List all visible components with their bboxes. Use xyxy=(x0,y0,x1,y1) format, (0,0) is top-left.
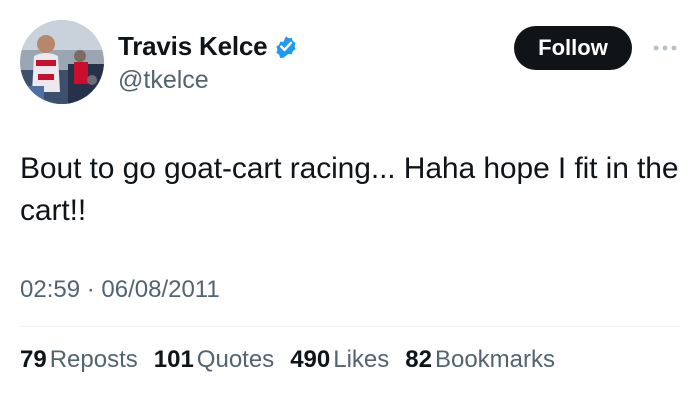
tweet-header: Travis Kelce @tkelce Follow xyxy=(20,20,680,106)
avatar[interactable] xyxy=(20,20,104,104)
stat-label: Bookmarks xyxy=(434,346,556,373)
stat-count: 101 xyxy=(153,346,194,373)
stat-likes[interactable]: 490 Likes xyxy=(290,346,389,374)
stat-count: 490 xyxy=(290,346,331,373)
more-dots-icon xyxy=(653,45,677,51)
stat-label: Likes xyxy=(333,346,390,373)
author-info: Travis Kelce @tkelce xyxy=(118,30,299,95)
engagement-stats: 79 Reposts 101 Quotes 490 Likes 82 Bookmarks xyxy=(20,346,571,374)
tweet-text: Bout to go goat-cart racing... Haha hope… xyxy=(20,152,679,227)
follow-button[interactable]: Follow xyxy=(514,26,632,70)
stat-label: Quotes xyxy=(196,346,275,373)
stat-count: 82 xyxy=(405,346,432,373)
stat-bookmarks[interactable]: 82 Bookmarks xyxy=(405,346,555,374)
tweet-card: Travis Kelce @tkelce Follow Bout to go g… xyxy=(0,0,700,401)
divider xyxy=(20,326,680,327)
stat-label: Reposts xyxy=(49,346,138,373)
verified-badge-icon xyxy=(276,36,296,58)
name-row: Travis Kelce xyxy=(118,30,299,62)
tweet-timestamp[interactable]: 02:59 · 06/08/2011 xyxy=(20,276,220,304)
avatar-photo-icon xyxy=(20,20,104,104)
more-options-button[interactable] xyxy=(650,38,680,58)
author-display-name[interactable]: Travis Kelce xyxy=(118,31,268,62)
stat-count: 79 xyxy=(20,346,47,373)
stat-quotes[interactable]: 101 Quotes xyxy=(154,346,274,374)
author-handle[interactable]: @tkelce xyxy=(118,66,299,95)
stat-reposts[interactable]: 79 Reposts xyxy=(20,346,138,374)
